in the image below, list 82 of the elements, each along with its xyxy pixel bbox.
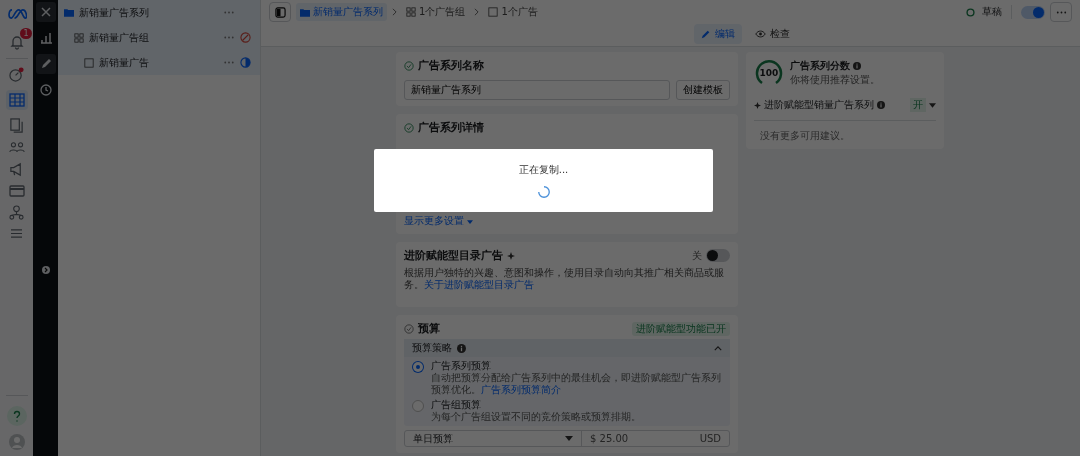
check-circle-icon xyxy=(404,60,414,71)
caret-icon xyxy=(467,220,474,224)
info-icon xyxy=(457,343,466,353)
hierarchy-icon[interactable] xyxy=(9,205,24,220)
check-circle-icon xyxy=(404,323,414,334)
card-icon[interactable] xyxy=(8,185,25,197)
tree-item[interactable]: 新销量广告 xyxy=(58,50,260,75)
status-ring-icon xyxy=(966,7,975,17)
check-circle-icon xyxy=(404,122,414,133)
prohibited-icon xyxy=(240,32,251,43)
breadcrumb[interactable]: 新销量广告系列 xyxy=(296,3,387,21)
budget-info-link[interactable]: 广告系列预算简介 xyxy=(481,384,561,395)
radio-button[interactable] xyxy=(412,400,424,412)
eye-icon xyxy=(755,30,766,38)
square-icon xyxy=(488,7,499,17)
view-tab[interactable]: 编辑 xyxy=(694,24,742,44)
catalog-toggle[interactable] xyxy=(706,249,730,262)
square-icon xyxy=(84,57,94,68)
more-icon xyxy=(1055,10,1067,14)
more-icon[interactable] xyxy=(223,11,235,14)
help-icon[interactable] xyxy=(6,406,27,426)
megaphone-icon[interactable] xyxy=(9,162,24,177)
create-template-button[interactable]: 创建模板 xyxy=(676,80,730,100)
logo-icon[interactable] xyxy=(6,8,27,20)
score-gauge: 100 xyxy=(754,58,784,88)
dialog-message: 正在复制... xyxy=(518,162,569,177)
sparkle-icon xyxy=(507,251,515,260)
learn-more-link[interactable]: 关于进阶赋能型目录广告 xyxy=(424,279,534,290)
more-icon[interactable] xyxy=(223,36,235,39)
info-icon xyxy=(877,101,885,109)
card-title: 广告系列名称 xyxy=(418,58,484,73)
breadcrumb[interactable]: 1个广告组 xyxy=(402,3,470,21)
toggle-label: 关 xyxy=(692,248,702,263)
sparkle-icon xyxy=(754,101,761,109)
close-icon[interactable] xyxy=(35,2,56,22)
breadcrumb[interactable]: 1个广告 xyxy=(484,3,542,21)
spinner-icon xyxy=(536,184,551,199)
gauge-icon[interactable] xyxy=(8,67,25,82)
tree-item[interactable]: 新销量广告组 xyxy=(58,25,260,50)
show-more-link[interactable]: 显示更多设置 xyxy=(404,214,730,228)
bell-icon[interactable] xyxy=(8,34,25,50)
card-title: 进阶赋能型目录广告 xyxy=(404,248,503,263)
tree-label: 新销量广告组 xyxy=(89,30,150,45)
notification-badge: 1 xyxy=(20,28,32,39)
name-field[interactable]: 新销量广告系列 xyxy=(404,80,670,100)
caret-icon[interactable] xyxy=(929,102,936,108)
catalog-description: 根据用户独特的兴趣、意图和操作，使用目录自动向其推广相关商品或服务。关于进阶赋能型目录广告 xyxy=(404,267,725,291)
score-title: 广告系列分数 xyxy=(790,59,850,73)
grid-icon xyxy=(406,7,416,17)
option-title: 广告组预算 xyxy=(431,399,482,411)
grid-icon xyxy=(74,32,84,43)
card-title: 预算 xyxy=(418,321,440,336)
tree-item[interactable]: 新销量广告系列 xyxy=(58,0,260,25)
info-icon xyxy=(853,62,861,70)
publish-toggle[interactable] xyxy=(1021,5,1045,19)
tree-label: 新销量广告 xyxy=(99,55,150,70)
on-badge: 开 xyxy=(910,98,926,112)
people-icon[interactable] xyxy=(8,141,25,154)
view-tab[interactable]: 检查 xyxy=(748,24,797,44)
strategy-header[interactable]: 预算策略 xyxy=(404,339,730,357)
status-label: 草稿 xyxy=(982,5,1002,19)
folder-icon xyxy=(64,8,74,17)
chevron-icon xyxy=(714,345,722,351)
chevron-icon xyxy=(474,8,480,16)
option-title: 广告系列预算 xyxy=(431,360,492,372)
recommendation-label: 进阶赋能型销量广告系列 xyxy=(764,98,874,112)
chevron-icon xyxy=(392,8,397,16)
avatar-icon[interactable] xyxy=(8,434,25,450)
pencil-icon[interactable] xyxy=(35,54,56,74)
more-icon[interactable] xyxy=(223,61,235,64)
folder-icon xyxy=(300,7,310,17)
panel-toggle-button[interactable] xyxy=(269,2,291,22)
pencil-icon xyxy=(701,29,711,39)
card-title: 广告系列详情 xyxy=(418,120,484,135)
table-icon[interactable] xyxy=(8,93,25,107)
more-button[interactable] xyxy=(1050,2,1072,22)
menu-icon[interactable] xyxy=(10,228,23,239)
pages-icon[interactable] xyxy=(9,118,24,133)
feature-badge: 进阶赋能型功能已开 xyxy=(632,321,730,336)
sidebar-icon xyxy=(274,6,286,18)
tree-label: 新销量广告系列 xyxy=(79,5,150,20)
half-circle-icon xyxy=(240,57,251,68)
